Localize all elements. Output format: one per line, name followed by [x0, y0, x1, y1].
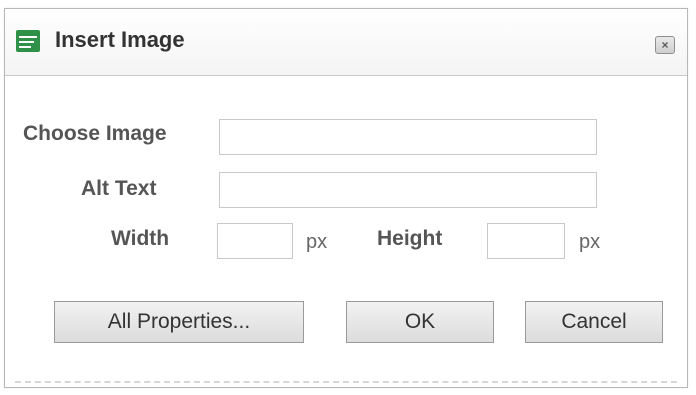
width-label: Width [111, 227, 170, 250]
height-field[interactable] [487, 223, 565, 259]
close-icon[interactable]: × [655, 36, 675, 54]
height-label: Height [377, 227, 443, 250]
insert-image-dialog: Insert Image × Choose Image Alt Text Wid… [4, 8, 688, 388]
choose-image-label: Choose Image [23, 122, 167, 145]
footer-divider [15, 381, 677, 383]
dialog-title: Insert Image [55, 27, 185, 52]
image-icon [16, 30, 40, 52]
top-strip [0, 0, 696, 6]
height-unit: px [579, 231, 601, 253]
page: Insert Image × Choose Image Alt Text Wid… [0, 0, 696, 395]
all-properties-button[interactable]: All Properties... [54, 301, 304, 343]
choose-image-field[interactable] [219, 119, 597, 155]
alt-text-label: Alt Text [81, 177, 157, 200]
alt-text-field[interactable] [219, 172, 597, 208]
width-unit: px [306, 231, 328, 253]
ok-button[interactable]: OK [346, 301, 494, 343]
dialog-titlebar: Insert Image × [5, 9, 687, 76]
cancel-button[interactable]: Cancel [525, 301, 663, 343]
width-field[interactable] [217, 223, 293, 259]
